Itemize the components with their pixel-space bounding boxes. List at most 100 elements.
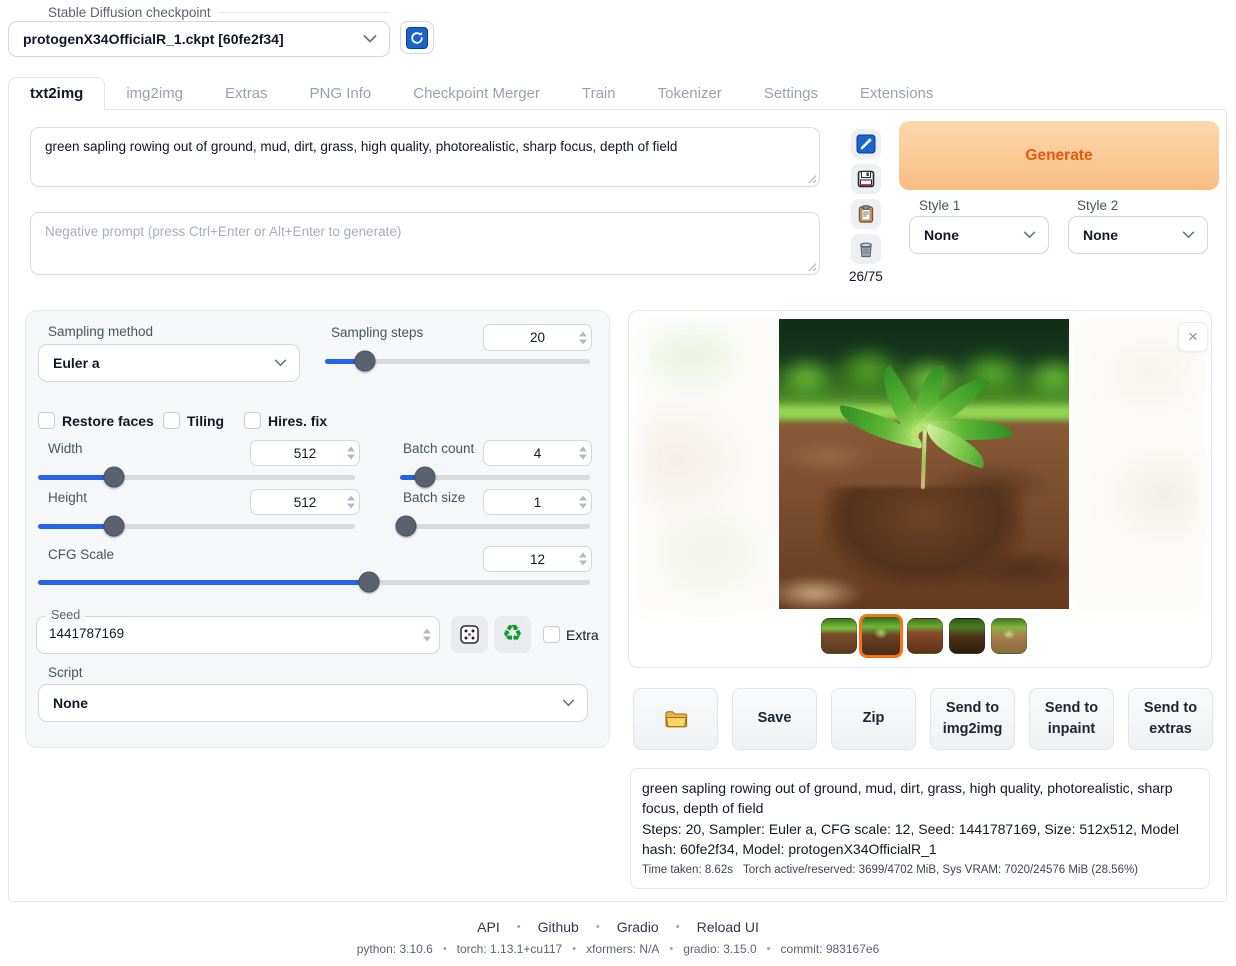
bullet: • — [767, 943, 771, 955]
seed-value: 1441787169 — [49, 626, 124, 641]
style2-dropdown[interactable]: None — [1068, 216, 1208, 254]
script-dropdown[interactable]: None — [38, 684, 588, 722]
gallery-thumbnail-4[interactable] — [949, 618, 985, 654]
gradio-link[interactable]: Gradio — [617, 919, 659, 935]
zip-button[interactable]: Zip — [831, 688, 916, 750]
tab-checkpoint-merger[interactable]: Checkpoint Merger — [392, 78, 561, 110]
stepper-arrows[interactable] — [579, 331, 587, 344]
save-button[interactable]: Save — [732, 688, 817, 750]
batch-count-slider[interactable] — [400, 467, 590, 487]
bullet: • — [517, 921, 521, 933]
checkpoint-value: protogenX34OfficialR_1.ckpt [60fe2f34] — [23, 31, 284, 47]
tab-png-info[interactable]: PNG Info — [289, 78, 393, 110]
width-label: Width — [48, 441, 83, 456]
bullet: • — [669, 943, 673, 955]
width-slider[interactable] — [38, 467, 355, 487]
tab-tokenizer[interactable]: Tokenizer — [637, 78, 743, 110]
stepper-arrows[interactable] — [347, 496, 355, 509]
clear-prompt-button[interactable] — [851, 234, 881, 264]
slider-thumb[interactable] — [414, 467, 435, 488]
send-to-img2img-button[interactable]: Send to img2img — [930, 688, 1015, 750]
cfg-scale-input[interactable]: 12 — [483, 546, 592, 572]
seed-input[interactable]: Seed 1441787169 — [36, 616, 440, 654]
batch-size-slider[interactable] — [400, 516, 590, 536]
tab-txt2img[interactable]: txt2img — [8, 77, 105, 110]
python-version: python: 3.10.6 — [357, 942, 433, 956]
prompt-input[interactable]: green sapling rowing out of ground, mud,… — [30, 127, 820, 187]
width-input[interactable]: 512 — [250, 440, 360, 466]
sampling-method-dropdown[interactable]: Euler a — [38, 344, 300, 382]
style1-value: None — [924, 227, 959, 243]
reload-ui-link[interactable]: Reload UI — [697, 919, 759, 935]
xformers-version: xformers: N/A — [586, 942, 659, 956]
height-input[interactable]: 512 — [250, 489, 360, 515]
tab-settings[interactable]: Settings — [743, 78, 839, 110]
close-gallery-button[interactable]: × — [1178, 322, 1208, 352]
gallery-thumbnail-3[interactable] — [907, 618, 943, 654]
extra-seed-checkbox[interactable] — [543, 626, 560, 643]
clipboard-icon — [856, 204, 876, 224]
open-folder-button[interactable] — [633, 688, 718, 750]
batch-count-input[interactable]: 4 — [483, 440, 592, 466]
hires-fix-checkbox[interactable] — [244, 412, 261, 429]
random-seed-button[interactable] — [451, 616, 488, 653]
style2-label: Style 2 — [1077, 198, 1118, 213]
tab-train[interactable]: Train — [561, 78, 637, 110]
send-to-extras-button[interactable]: Send to extras — [1128, 688, 1213, 750]
refresh-checkpoint-button[interactable] — [400, 21, 434, 54]
chevron-down-icon — [1023, 231, 1036, 239]
checkpoint-dropdown[interactable]: protogenX34OfficialR_1.ckpt [60fe2f34] — [8, 21, 390, 57]
slider-thumb[interactable] — [104, 516, 125, 537]
chevron-down-icon — [1182, 231, 1195, 239]
generated-image[interactable] — [779, 319, 1069, 609]
gallery-thumbnail-1[interactable] — [821, 618, 857, 654]
gallery-thumbnail-2-selected[interactable] — [859, 614, 903, 658]
commit-hash[interactable]: commit: 983167e6 — [781, 942, 880, 956]
sampling-steps-input[interactable]: 20 — [483, 324, 592, 351]
divider — [219, 12, 390, 13]
batch-size-input[interactable]: 1 — [483, 489, 592, 515]
slider-thumb[interactable] — [395, 516, 416, 537]
slider-thumb[interactable] — [104, 467, 125, 488]
restore-faces-checkbox[interactable] — [38, 412, 55, 429]
chevron-down-icon — [274, 359, 287, 367]
tab-img2img[interactable]: img2img — [105, 78, 204, 110]
token-counter: 26/75 — [849, 269, 883, 284]
cfg-scale-slider[interactable] — [38, 572, 590, 592]
stepper-arrows[interactable] — [579, 447, 587, 460]
style1-dropdown[interactable]: None — [909, 216, 1049, 254]
slider-thumb[interactable] — [359, 572, 380, 593]
height-slider[interactable] — [38, 516, 355, 536]
batch-count-label: Batch count — [403, 441, 474, 456]
stepper-arrows[interactable] — [579, 496, 587, 509]
generation-info-box: green sapling rowing out of ground, mud,… — [630, 768, 1210, 889]
seed-label: Seed — [46, 608, 85, 622]
tab-extras[interactable]: Extras — [204, 78, 289, 110]
torch-version: torch: 1.13.1+cu117 — [457, 942, 563, 956]
restore-faces-label: Restore faces — [62, 413, 154, 429]
slider-thumb[interactable] — [354, 351, 375, 372]
tab-extensions[interactable]: Extensions — [839, 78, 954, 110]
apply-style-button[interactable] — [851, 199, 881, 229]
sampling-steps-slider[interactable] — [325, 351, 590, 371]
chevron-down-icon — [363, 35, 377, 44]
batch-size-value: 1 — [534, 495, 542, 510]
performance-text: Time taken: 8.62sTorch active/reserved: … — [642, 864, 1198, 876]
stepper-arrows[interactable] — [347, 447, 355, 460]
stepper-arrows[interactable] — [423, 629, 431, 642]
width-value: 512 — [294, 446, 317, 461]
save-style-button[interactable] — [851, 164, 881, 194]
send-to-inpaint-button[interactable]: Send to inpaint — [1029, 688, 1114, 750]
gradio-version: gradio: 3.15.0 — [683, 942, 756, 956]
stepper-arrows[interactable] — [579, 553, 587, 566]
tiling-checkbox[interactable] — [163, 412, 180, 429]
info-prompt-text: green sapling rowing out of ground, mud,… — [642, 778, 1198, 819]
generate-button[interactable]: Generate — [899, 121, 1219, 190]
negative-prompt-input[interactable] — [30, 212, 820, 275]
reuse-seed-button[interactable]: ♻ — [494, 616, 531, 653]
github-link[interactable]: Github — [538, 919, 579, 935]
api-link[interactable]: API — [477, 919, 500, 935]
paste-generation-params-button[interactable] — [851, 129, 881, 159]
gallery-thumbnail-5[interactable] — [991, 618, 1027, 654]
bullet: • — [676, 921, 680, 933]
